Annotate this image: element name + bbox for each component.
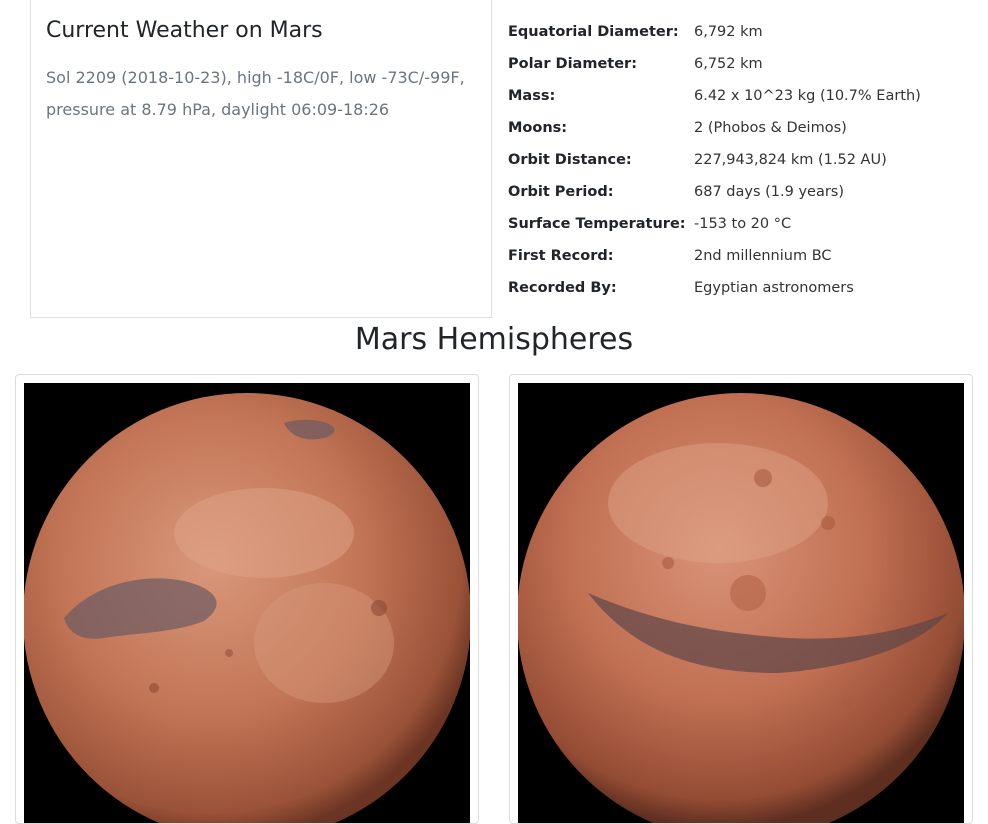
crater	[371, 600, 387, 616]
crater	[754, 469, 772, 487]
hemisphere-image[interactable]	[518, 383, 964, 823]
fact-value: 6,792 km	[694, 24, 763, 40]
fact-value: 2nd millennium BC	[694, 248, 832, 264]
fact-value: 6.42 x 10^23 kg (10.7% Earth)	[694, 88, 921, 104]
crater	[149, 683, 159, 693]
fact-label: Equatorial Diameter:	[508, 24, 679, 40]
bright-region	[608, 443, 828, 563]
crater	[730, 575, 766, 611]
fact-value: Egyptian astronomers	[694, 280, 854, 296]
table-row: Polar Diameter: 6,752 km	[500, 48, 921, 80]
table-row: Equatorial Diameter: 6,792 km	[500, 16, 921, 48]
mars-facts-table: Equatorial Diameter: 6,792 km Polar Diam…	[500, 16, 921, 304]
fact-value: 6,752 km	[694, 56, 763, 72]
fact-label: Orbit Distance:	[508, 152, 632, 168]
fact-label: Mass:	[508, 88, 556, 104]
fact-label: Recorded By:	[508, 280, 617, 296]
weather-text: Sol 2209 (2018-10-23), high -18C/0F, low…	[46, 68, 465, 119]
weather-title: Current Weather on Mars	[46, 18, 323, 43]
fact-label: Polar Diameter:	[508, 56, 637, 72]
crater	[821, 516, 835, 530]
table-row: Orbit Distance: 227,943,824 km (1.52 AU)	[500, 144, 921, 176]
fact-value: 227,943,824 km (1.52 AU)	[694, 152, 887, 168]
bright-region	[174, 488, 354, 578]
fact-value: 687 days (1.9 years)	[694, 184, 845, 200]
fact-label: Orbit Period:	[508, 184, 614, 200]
weather-card: Current Weather on Mars Sol 2209 (2018-1…	[30, 0, 492, 318]
hemispheres-title: Mars Hemispheres	[354, 322, 634, 357]
hemisphere-card[interactable]	[509, 374, 973, 824]
table-row: Orbit Period: 687 days (1.9 years)	[500, 176, 921, 208]
fact-value: -153 to 20 °C	[694, 216, 792, 232]
table-row: First Record: 2nd millennium BC	[500, 240, 921, 272]
fact-value: 2 (Phobos & Deimos)	[694, 120, 847, 136]
fact-label: Moons:	[508, 120, 568, 136]
fact-label: First Record:	[508, 248, 614, 264]
table-row: Mass: 6.42 x 10^23 kg (10.7% Earth)	[500, 80, 921, 112]
crater	[842, 697, 854, 709]
bright-region	[254, 583, 394, 703]
crater	[225, 649, 233, 657]
table-row: Recorded By: Egyptian astronomers	[500, 272, 921, 304]
hemisphere-card[interactable]	[15, 374, 479, 824]
crater	[662, 557, 674, 569]
table-row: Surface Temperature: -153 to 20 °C	[500, 208, 921, 240]
fact-label: Surface Temperature:	[508, 216, 686, 232]
hemisphere-image[interactable]	[24, 383, 470, 823]
table-row: Moons: 2 (Phobos & Deimos)	[500, 112, 921, 144]
